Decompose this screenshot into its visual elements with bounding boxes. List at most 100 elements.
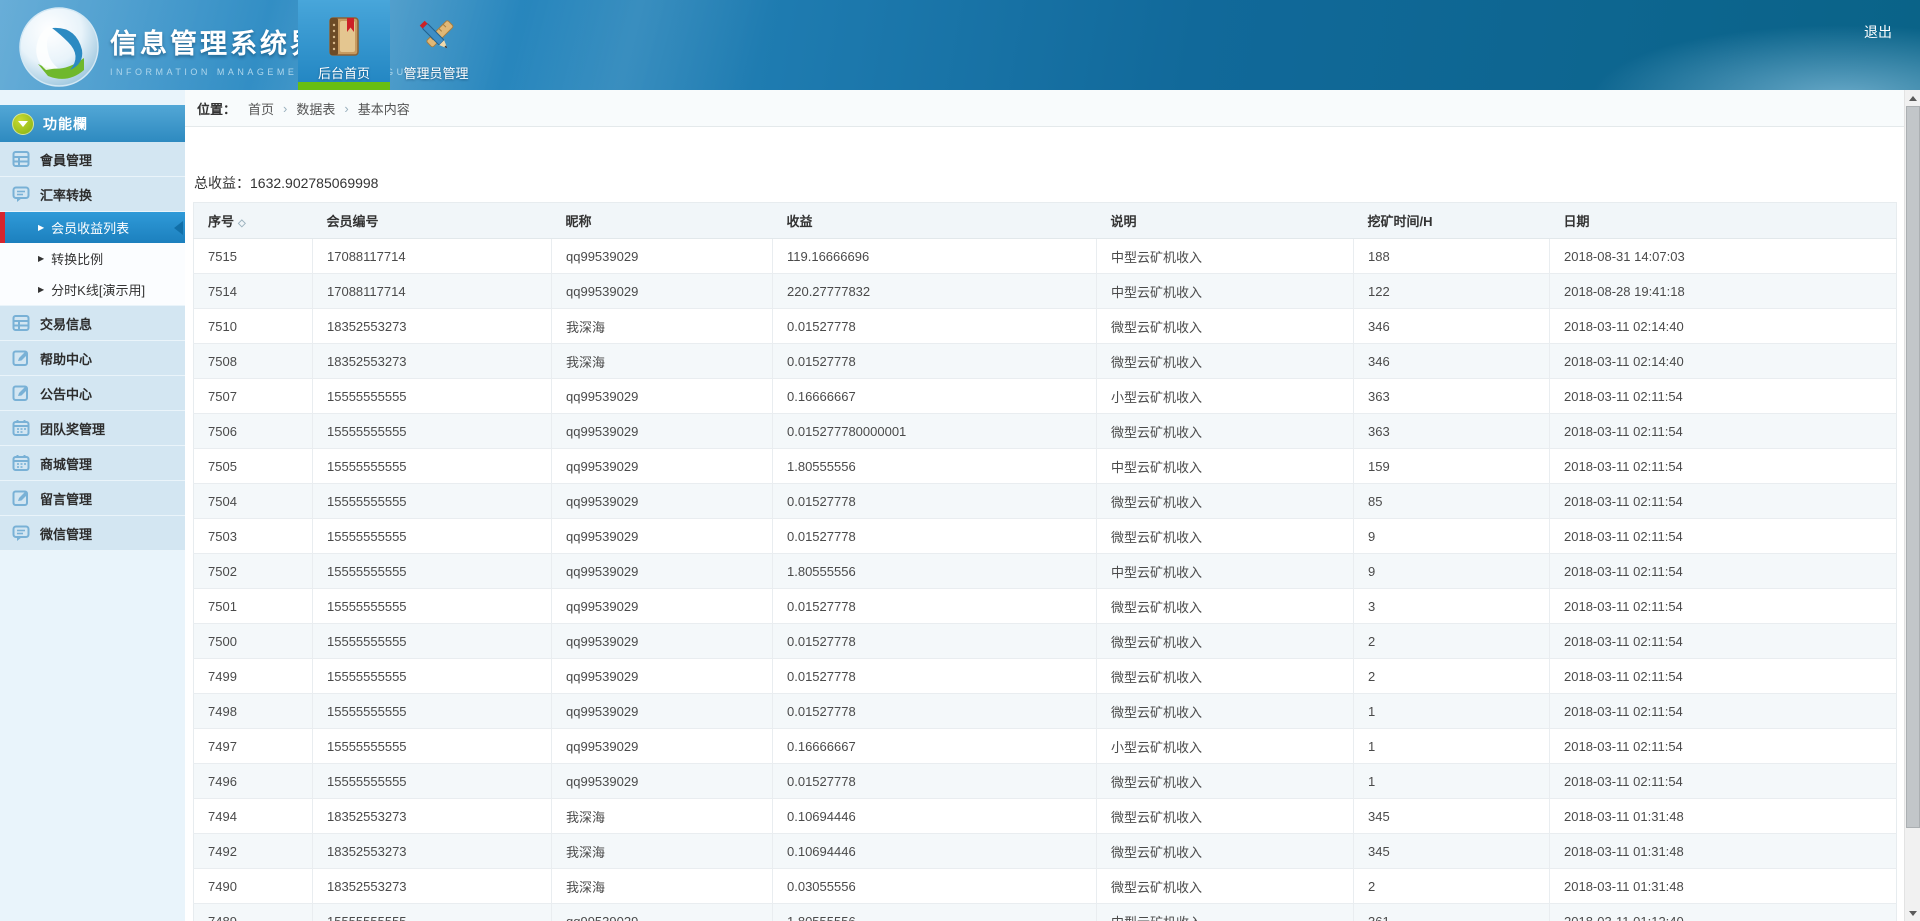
sidebar-item[interactable]: 微信管理 [0, 516, 185, 551]
breadcrumb-item-home[interactable]: 首页 [248, 99, 274, 118]
cell-description: 微型云矿机收入 [1096, 588, 1354, 624]
table-row: 7514 17088117714 qq99539029 220.27777832 中型云… [193, 273, 1897, 309]
cell-description: 微型云矿机收入 [1096, 343, 1354, 379]
table-row: 7505 15555555555 qq99539029 1.80555556 中型云矿机… [193, 448, 1897, 484]
cell-nickname: qq99539029 [551, 728, 773, 764]
sidebar-item-label: 商城管理 [40, 456, 93, 472]
sidebar-section-header[interactable]: 功能欄 [0, 105, 185, 142]
table-row: 7506 15555555555 qq99539029 0.0152777800000… [193, 413, 1897, 449]
sidebar-subitem[interactable]: ▶ 会员收益列表 [0, 212, 185, 243]
cell-mining-time: 122 [1353, 273, 1550, 309]
cell-nickname: qq99539029 [551, 553, 773, 589]
app-header: 信息管理系统界面 INFORMATION MANAGEMENT SYSTEM G… [0, 0, 1920, 90]
cell-member-no: 15555555555 [312, 658, 552, 694]
table-row: 7502 15555555555 qq99539029 1.80555556 中型云矿机… [193, 553, 1897, 589]
table-row: 7497 15555555555 qq99539029 0.16666667 小型云矿机… [193, 728, 1897, 764]
sidebar-item-label: 公告中心 [40, 386, 93, 402]
cell-id: 7503 [193, 518, 313, 554]
triangle-up-icon [1909, 95, 1917, 101]
cell-income: 0.01527778 [772, 308, 1097, 344]
table-header-row: 序号 ◇ 会员编号 昵称 收益 说明 挖矿时间/H 日期 [193, 202, 1897, 239]
cell-nickname: 我深海 [551, 308, 773, 344]
breadcrumb-item-basic-content[interactable]: 基本内容 [358, 99, 410, 118]
sidebar-item[interactable]: 會員管理 [0, 142, 185, 177]
content-area: 位置： 首页 › 数据表 › 基本内容 总收益：1632.90278506999… [185, 90, 1904, 921]
cell-mining-time: 363 [1353, 413, 1550, 449]
cell-member-no: 18352553273 [312, 798, 552, 834]
cell-description: 微型云矿机收入 [1096, 308, 1354, 344]
cell-nickname: 我深海 [551, 833, 773, 869]
cell-mining-time: 188 [1353, 238, 1550, 274]
sidebar-item[interactable]: 汇率转换 [0, 177, 185, 212]
cell-income: 0.01527778 [772, 343, 1097, 379]
breadcrumb-separator: › [283, 100, 288, 116]
sidebar-item[interactable]: 帮助中心 [0, 341, 185, 376]
sidebar-item[interactable]: 团队奖管理 [0, 411, 185, 446]
cell-description: 微型云矿机收入 [1096, 518, 1354, 554]
cell-nickname: 我深海 [551, 868, 773, 904]
cell-date: 2018-03-11 02:11:54 [1549, 518, 1897, 554]
cell-id: 7497 [193, 728, 313, 764]
cell-id: 7499 [193, 658, 313, 694]
cell-mining-time: 1 [1353, 693, 1550, 729]
chevron-down-circle-icon [12, 112, 34, 135]
sidebar-item[interactable]: 公告中心 [0, 376, 185, 411]
sidebar-menu: 會員管理 汇率转换 ▶ 会员收益列表 ▶ 转换比例 ▶ 分时K线[演示用] 交易信息 帮助中心公告… [0, 142, 185, 551]
tab-backend-home[interactable]: 后台首页 [298, 0, 390, 90]
cell-date: 2018-03-11 01:12:40 [1549, 903, 1897, 921]
vertical-scrollbar[interactable] [1904, 90, 1920, 921]
cell-id: 7492 [193, 833, 313, 869]
cell-member-no: 15555555555 [312, 903, 552, 921]
table-row: 7499 15555555555 qq99539029 0.01527778 微型云矿机… [193, 658, 1897, 694]
cell-date: 2018-03-11 02:11:54 [1549, 553, 1897, 589]
cell-id: 7502 [193, 553, 313, 589]
scroll-up-button[interactable] [1905, 90, 1920, 106]
cell-income: 1.80555556 [772, 553, 1097, 589]
cell-id: 7510 [193, 308, 313, 344]
cell-description: 微型云矿机收入 [1096, 693, 1354, 729]
cell-date: 2018-03-11 02:11:54 [1549, 728, 1897, 764]
cell-nickname: qq99539029 [551, 658, 773, 694]
sidebar-item[interactable]: 交易信息 [0, 306, 185, 341]
cell-nickname: qq99539029 [551, 448, 773, 484]
breadcrumb-item-datatable[interactable]: 数据表 [296, 99, 335, 118]
cell-id: 7506 [193, 413, 313, 449]
cell-mining-time: 85 [1353, 483, 1550, 519]
cell-description: 微型云矿机收入 [1096, 798, 1354, 834]
cell-member-no: 17088117714 [312, 238, 552, 274]
sidebar: 功能欄 會員管理 汇率转换 ▶ 会员收益列表 ▶ 转换比例 ▶ 分时K线[演示用] 交易信息 帮助… [0, 90, 185, 921]
main-layout: 功能欄 會員管理 汇率转换 ▶ 会员收益列表 ▶ 转换比例 ▶ 分时K线[演示用] 交易信息 帮助… [0, 90, 1920, 921]
cell-mining-time: 2 [1353, 658, 1550, 694]
table-row: 7498 15555555555 qq99539029 0.01527778 微型云矿机… [193, 693, 1897, 729]
cell-member-no: 15555555555 [312, 553, 552, 589]
sidebar-subitem-label: 转换比例 [51, 252, 104, 267]
cell-income: 220.27777832 [772, 273, 1097, 309]
header-tabs: 后台首页 管理员管理 [298, 0, 482, 90]
cell-income: 1.80555556 [772, 903, 1097, 921]
sidebar-item[interactable]: 留言管理 [0, 481, 185, 516]
cell-nickname: qq99539029 [551, 693, 773, 729]
cell-member-no: 15555555555 [312, 483, 552, 519]
cell-nickname: qq99539029 [551, 903, 773, 921]
column-header: 挖矿时间/H [1353, 202, 1550, 239]
sidebar-subitem[interactable]: ▶ 转换比例 [0, 243, 185, 274]
logout-button[interactable]: 退出 [1864, 22, 1892, 42]
cell-mining-time: 1 [1353, 763, 1550, 799]
cell-date: 2018-03-11 02:11:54 [1549, 378, 1897, 414]
tab-label: 管理员管理 [403, 66, 469, 81]
table-row: 7503 15555555555 qq99539029 0.01527778 微型云矿机… [193, 518, 1897, 554]
tab-admin-management[interactable]: 管理员管理 [390, 0, 482, 90]
scrollbar-thumb[interactable] [1906, 106, 1920, 828]
cell-description: 微型云矿机收入 [1096, 483, 1354, 519]
cell-mining-time: 3 [1353, 588, 1550, 624]
cell-nickname: qq99539029 [551, 238, 773, 274]
column-header[interactable]: 序号 ◇ [193, 202, 313, 239]
sidebar-submenu: ▶ 会员收益列表 ▶ 转换比例 ▶ 分时K线[演示用] [0, 212, 185, 306]
sidebar-item[interactable]: 商城管理 [0, 446, 185, 481]
sidebar-subitem[interactable]: ▶ 分时K线[演示用] [0, 274, 185, 305]
cell-income: 1.80555556 [772, 448, 1097, 484]
edit-icon [12, 384, 30, 402]
cell-income: 0.01527778 [772, 763, 1097, 799]
cell-date: 2018-03-11 01:31:48 [1549, 833, 1897, 869]
scroll-down-button[interactable] [1905, 905, 1920, 921]
